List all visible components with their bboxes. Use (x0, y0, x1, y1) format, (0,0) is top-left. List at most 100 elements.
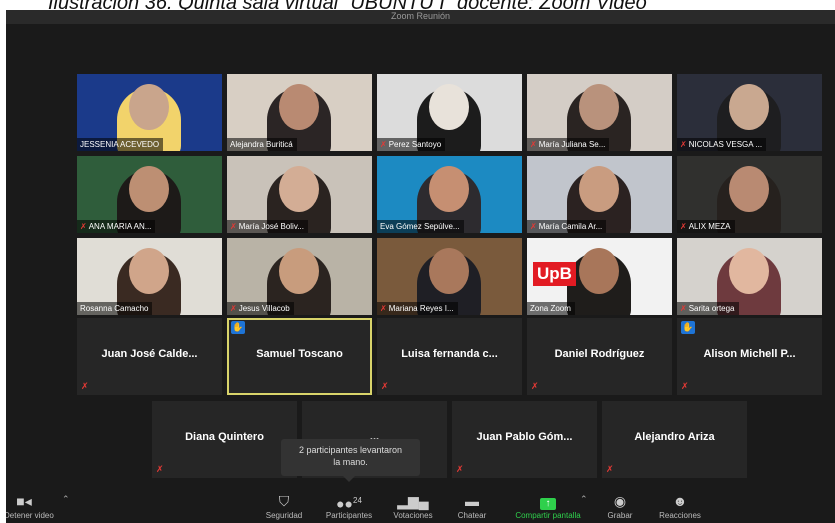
participant-video-tile[interactable]: ✗ Mariana Reyes I... (377, 238, 522, 315)
participant-name: Juan Pablo Góm... (476, 431, 573, 443)
polls-icon: ▂▆▄ (397, 493, 429, 509)
security-button[interactable]: ⛉ Seguridad (261, 492, 307, 520)
muted-mic-icon: ✗ (380, 140, 387, 149)
share-screen-icon: ↑ (508, 492, 588, 510)
participant-name: Mariana Reyes I... (388, 304, 454, 313)
participant-video-tile[interactable]: ✗ María Juliana Se... (527, 74, 672, 151)
chat-button[interactable]: ▬ Chatear (454, 492, 490, 520)
participant-name-label: Alejandra Buriticá (227, 138, 297, 151)
upb-logo: UpB (533, 262, 576, 286)
participant-name-label: ✗ Sarita ortega (677, 302, 739, 315)
muted-mic-icon: ✗ (381, 381, 389, 391)
participants-button[interactable]: ●●24 Participantes (321, 492, 377, 520)
record-icon: ◉ (613, 493, 627, 509)
participant-name: Jesus Villacob (238, 304, 290, 313)
reactions-icon: ☻ (672, 493, 688, 509)
participant-name-tile[interactable]: Luisa fernanda c... ✗ (377, 318, 522, 395)
participant-video-tile[interactable]: Rosanna Camacho (77, 238, 222, 315)
muted-mic-icon: ✗ (380, 304, 387, 313)
person-face (129, 248, 169, 294)
person-face (279, 84, 319, 130)
participant-video-tile[interactable]: UpB Zona Zoom (527, 238, 672, 315)
participant-name: ANA MARIA AN... (88, 222, 152, 231)
participant-video-tile[interactable]: Eva Gómez Sepúlve... (377, 156, 522, 233)
participant-name-label: ✗ ALIX MEZA (677, 220, 735, 233)
participant-name: Alejandro Ariza (634, 431, 715, 443)
zoom-window: Zoom Reunión JESSENIA ACEVEDO Alejandra B… (6, 10, 835, 523)
reactions-label: Reacciones (659, 511, 701, 520)
participant-name: Perez Santoyo (388, 140, 442, 149)
participant-name-tile[interactable]: Juan José Calde... ✗ (77, 318, 222, 395)
participant-video-tile[interactable]: JESSENIA ACEVEDO (77, 74, 222, 151)
person-face (579, 84, 619, 130)
share-options-chevron-icon[interactable]: ⌃ (580, 494, 588, 505)
chat-icon: ▬ (465, 493, 479, 509)
muted-mic-icon: ✗ (681, 381, 689, 391)
person-face (579, 248, 619, 294)
participant-name: María Camila Ar... (538, 222, 603, 231)
participant-name: Daniel Rodríguez (554, 348, 645, 360)
chat-label: Chatear (457, 511, 487, 520)
muted-mic-icon: ✗ (530, 140, 537, 149)
participant-name: Sarita ortega (688, 304, 735, 313)
participant-name-label: JESSENIA ACEVEDO (77, 138, 164, 151)
video-options-chevron-icon[interactable]: ⌃ (62, 494, 70, 505)
tooltip-line-1: 2 participantes levantaron (298, 445, 403, 455)
participant-name-label: ✗ Mariana Reyes I... (377, 302, 458, 315)
participant-video-tile[interactable]: ✗ María Camila Ar... (527, 156, 672, 233)
participant-name-tile[interactable]: Juan Pablo Góm... ✗ (452, 401, 597, 478)
record-label: Grabar (607, 511, 633, 520)
participant-name: Samuel Toscano (256, 348, 343, 360)
participant-name-tile[interactable]: Alejandro Ariza ✗ (602, 401, 747, 478)
participant-video-tile[interactable]: ✗ Sarita ortega (677, 238, 822, 315)
participant-name-tile[interactable]: Samuel Toscano ✋ (227, 318, 372, 395)
meeting-toolbar: ■◂ Detener video ⌃ ⛉ Seguridad ●●24 Part… (6, 490, 835, 523)
participant-video-tile[interactable]: Alejandra Buriticá (227, 74, 372, 151)
participant-name-label: ✗ Perez Santoyo (377, 138, 446, 151)
participant-video-tile[interactable]: ✗ NICOLAS VESGA ... (677, 74, 822, 151)
title-bar: Zoom Reunión (6, 10, 835, 24)
participant-video-tile[interactable]: ✗ Jesus Villacob (227, 238, 372, 315)
share-screen-button[interactable]: ↑ Compartir pantalla (508, 492, 588, 520)
participant-video-tile[interactable]: ✗ María José Boliv... (227, 156, 372, 233)
reactions-button[interactable]: ☻ Reacciones (655, 492, 705, 520)
polls-button[interactable]: ▂▆▄ Votaciones (389, 492, 437, 520)
participant-name-tile[interactable]: Alison Michell P... ✋ ✗ (677, 318, 822, 395)
muted-mic-icon: ✗ (531, 381, 539, 391)
participant-name-label: Rosanna Camacho (77, 302, 153, 315)
participant-video-tile[interactable]: ✗ ANA MARIA AN... (77, 156, 222, 233)
participant-name-label: ✗ María Camila Ar... (527, 220, 607, 233)
participants-label: Participantes (325, 511, 373, 520)
muted-mic-icon: ✗ (606, 464, 614, 474)
participant-name-label: Zona Zoom (527, 302, 575, 315)
person-face (429, 166, 469, 212)
participant-name-tile[interactable]: Daniel Rodríguez ✗ (527, 318, 672, 395)
participant-count: 24 (353, 496, 362, 505)
participant-name: Juan José Calde... (101, 348, 198, 360)
participant-name-label: ✗ María José Boliv... (227, 220, 308, 233)
participant-video-tile[interactable]: ✗ ALIX MEZA (677, 156, 822, 233)
person-face (279, 166, 319, 212)
person-face (729, 166, 769, 212)
person-face (579, 166, 619, 212)
participant-name-tile[interactable]: Diana Quintero ✗ (152, 401, 297, 478)
participant-name: Alison Michell P... (703, 348, 796, 360)
window-title: Zoom Reunión (390, 11, 451, 21)
muted-mic-icon: ✗ (156, 464, 164, 474)
participant-name-label: ✗ ANA MARIA AN... (77, 220, 156, 233)
participant-name: JESSENIA ACEVEDO (80, 140, 160, 149)
participant-name: María José Boliv... (238, 222, 304, 231)
person-face (279, 248, 319, 294)
participant-video-tile[interactable]: ✗ Perez Santoyo (377, 74, 522, 151)
muted-mic-icon: ✗ (680, 304, 687, 313)
record-button[interactable]: ◉ Grabar (603, 492, 637, 520)
participant-name-label: ✗ Jesus Villacob (227, 302, 294, 315)
participant-name: Zona Zoom (530, 304, 571, 313)
muted-mic-icon: ✗ (680, 222, 687, 231)
stop-video-button[interactable]: ■◂ Detener video (6, 492, 54, 520)
person-face (429, 248, 469, 294)
muted-mic-icon: ✗ (456, 464, 464, 474)
video-camera-icon: ■◂ (16, 493, 32, 509)
person-face (429, 84, 469, 130)
participant-name-label: ✗ María Juliana Se... (527, 138, 610, 151)
